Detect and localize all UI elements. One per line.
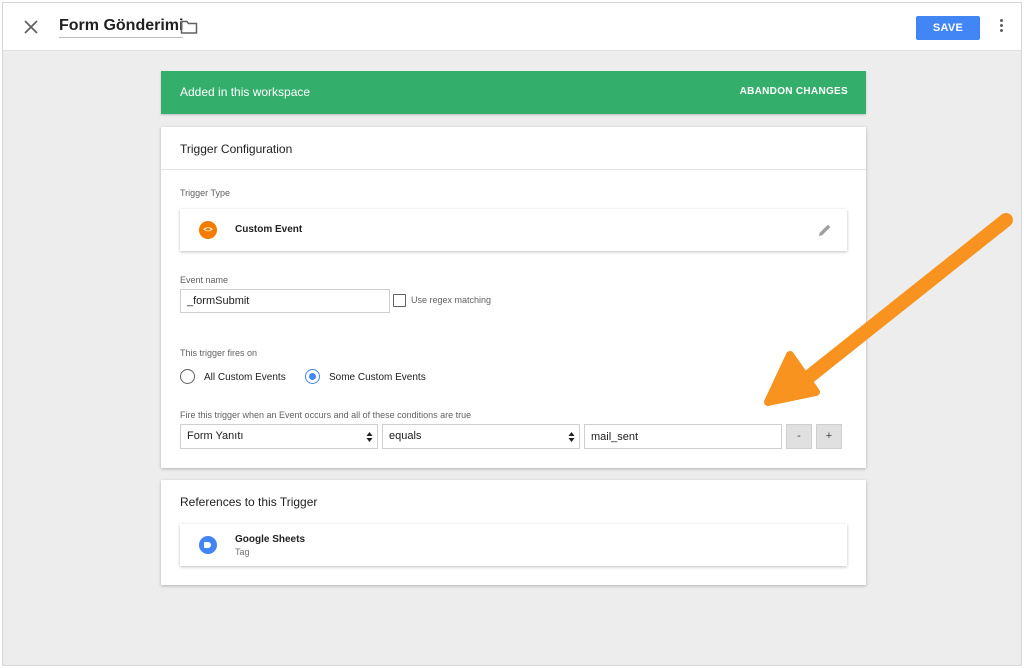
page-title[interactable]: Form Gönderimi <box>59 17 184 38</box>
radio-some-label: Some Custom Events <box>329 372 426 383</box>
trigger-configuration-card: Trigger Configuration Trigger Type <> Cu… <box>161 127 866 468</box>
custom-event-icon: <> <box>199 221 217 239</box>
banner-text: Added in this workspace <box>180 85 311 99</box>
radio-some-custom-events[interactable] <box>305 369 320 384</box>
tag-icon <box>199 536 217 554</box>
radio-all-custom-events[interactable] <box>180 369 195 384</box>
references-card: References to this Trigger Google Sheets… <box>161 480 866 585</box>
trigger-type-label: Trigger Type <box>180 188 231 198</box>
top-bar: Form Gönderimi SAVE <box>3 3 1021 51</box>
fires-on-label: This trigger fires on <box>180 348 258 358</box>
select-arrows-icon <box>366 432 373 442</box>
card-title: Trigger Configuration <box>161 127 866 170</box>
more-options-icon[interactable] <box>995 17 1007 37</box>
event-name-input[interactable] <box>180 289 390 313</box>
pencil-icon[interactable] <box>817 222 833 238</box>
conditions-label: Fire this trigger when an Event occurs a… <box>180 410 472 420</box>
event-name-label: Event name <box>180 275 229 285</box>
variable-select-value: Form Yanıtı <box>187 430 244 442</box>
workspace-banner: Added in this workspace ABANDON CHANGES <box>161 71 866 114</box>
regex-checkbox[interactable] <box>393 294 406 307</box>
condition-value-input[interactable] <box>584 424 782 449</box>
reference-kind: Tag <box>235 547 250 557</box>
app-window: Form Gönderimi SAVE Added in this worksp… <box>2 2 1022 666</box>
save-button[interactable]: SAVE <box>916 16 980 40</box>
folder-icon[interactable] <box>180 19 198 35</box>
variable-select[interactable]: Form Yanıtı <box>180 424 378 449</box>
select-arrows-icon <box>568 432 575 442</box>
reference-name: Google Sheets <box>235 534 306 545</box>
abandon-changes-button[interactable]: ABANDON CHANGES <box>740 86 848 97</box>
operator-select-value: equals <box>389 430 422 442</box>
regex-label: Use regex matching <box>411 295 492 305</box>
operator-select[interactable]: equals <box>382 424 580 449</box>
radio-all-label: All Custom Events <box>204 372 286 383</box>
trigger-type-selector[interactable]: <> Custom Event <box>180 209 847 251</box>
close-icon[interactable] <box>21 17 41 37</box>
reference-item[interactable]: Google Sheets Tag <box>180 524 847 566</box>
trigger-type-name: Custom Event <box>235 224 303 235</box>
add-condition-button[interactable]: + <box>816 424 842 449</box>
remove-condition-button[interactable]: - <box>786 424 812 449</box>
references-title: References to this Trigger <box>180 495 318 509</box>
